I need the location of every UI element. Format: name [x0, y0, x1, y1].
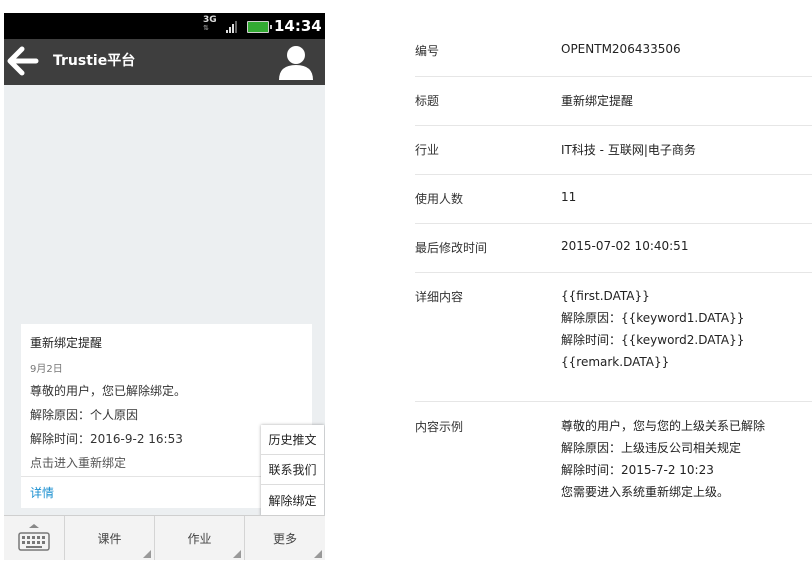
detail-row-title: 标题 重新绑定提醒 — [415, 77, 812, 126]
message-date: 9月2日 — [30, 364, 63, 375]
detail-row-industry: 行业 IT科技 - 互联网|电子商务 — [415, 126, 812, 175]
person-icon[interactable] — [276, 43, 316, 81]
rebind-link[interactable]: 点击进入重新绑定 — [30, 454, 126, 471]
menu-item-unbind[interactable]: 解除绑定 — [261, 485, 324, 517]
menu-item-history[interactable]: 历史推文 — [261, 425, 324, 455]
detail-row-id: 编号 OPENTM206433506 — [415, 28, 812, 77]
message-greeting: 尊敬的用户，您已解除绑定。 — [30, 384, 187, 398]
message-time: 解除时间：2016-9-2 16:53 — [30, 432, 183, 446]
detail-row-users: 使用人数 11 — [415, 175, 812, 224]
submenu-indicator-icon — [233, 550, 241, 558]
clock: 14:34 — [274, 17, 322, 35]
page-title: Trustie平台 — [53, 53, 136, 69]
detail-row-content: 详细内容 {{first.DATA}} 解除原因：{{keyword1.DATA… — [415, 273, 812, 402]
popup-menu: 历史推文 联系我们 解除绑定 — [261, 425, 324, 517]
signal-icon — [226, 19, 240, 33]
keyboard-toggle[interactable] — [4, 516, 65, 560]
menu-button-homework[interactable]: 作业 — [155, 516, 245, 560]
detail-link[interactable]: 详情 — [30, 484, 54, 501]
menu-item-contact[interactable]: 联系我们 — [261, 455, 324, 485]
submenu-indicator-icon — [314, 550, 322, 558]
arrow-left-icon[interactable] — [6, 44, 40, 78]
phone-screen: 3G ⇅ 14:34 Trustie平台 重新绑定提醒 9月2日 尊敬的用户，您… — [4, 13, 325, 560]
submenu-indicator-icon — [143, 550, 151, 558]
menu-button-more[interactable]: 更多 — [245, 516, 325, 560]
title-bar: Trustie平台 — [4, 39, 325, 85]
message-reason: 解除原因：个人原因 — [30, 408, 139, 422]
menu-button-courseware[interactable]: 课件 — [65, 516, 155, 560]
status-bar: 3G ⇅ 14:34 — [4, 13, 325, 39]
detail-row-modified: 最后修改时间 2015-07-02 10:40:51 — [415, 224, 812, 273]
detail-row-example: 内容示例 尊敬的用户，您与您的上级关系已解除 解除原因：上级违反公司相关规定 解… — [415, 419, 766, 499]
message-title: 重新绑定提醒 — [30, 336, 103, 350]
network-indicator: 3G ⇅ — [203, 15, 217, 32]
bottom-menu-bar: 课件 作业 更多 — [4, 515, 325, 560]
battery-icon — [247, 21, 272, 33]
keyboard-icon — [18, 524, 50, 551]
